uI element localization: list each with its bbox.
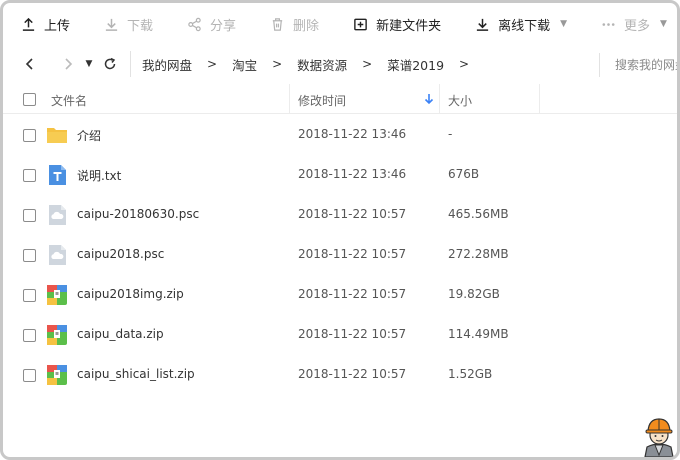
history-dropdown[interactable]: ▼ <box>81 53 97 75</box>
share-icon <box>188 17 201 31</box>
row-checkbox[interactable] <box>23 249 36 262</box>
row-checkbox[interactable] <box>23 169 36 182</box>
share-label: 分享 <box>210 18 237 34</box>
column-divider[interactable] <box>439 84 440 114</box>
file-modified: 2018-11-22 10:57 <box>298 367 407 381</box>
table-header: 文件名 修改时间 大小 <box>3 84 677 114</box>
file-modified: 2018-11-22 10:57 <box>298 207 407 221</box>
toolbar: 上传 下载 分享 删除 新建文件夹 离线下载 ▼ 更多 ▼ <box>3 3 677 45</box>
search-input[interactable]: 搜索我的网盘 <box>615 56 677 73</box>
offline-download-icon <box>476 18 489 31</box>
chevron-down-icon: ▼ <box>660 19 667 29</box>
chevron-left-icon <box>25 58 33 70</box>
breadcrumb-separator: > <box>362 57 373 71</box>
share-button[interactable]: 分享 <box>187 9 236 39</box>
divider <box>599 53 600 77</box>
delete-button[interactable]: 删除 <box>270 9 319 39</box>
file-modified: 2018-11-22 13:46 <box>298 167 407 181</box>
app-window: 上传 下载 分享 删除 新建文件夹 离线下载 ▼ 更多 ▼ ▼ 我的网盘 > 淘… <box>0 0 680 460</box>
file-size: 272.28MB <box>448 247 509 261</box>
chevron-down-icon[interactable]: ▼ <box>560 19 567 29</box>
offline-download-label: 离线下载 <box>498 18 551 34</box>
download-icon <box>105 18 118 31</box>
file-size: 676B <box>448 167 480 181</box>
table-row[interactable]: 介绍 2018-11-22 13:46 - <box>3 115 677 155</box>
file-name: 说明.txt <box>77 169 122 183</box>
chevron-right-icon <box>65 58 73 70</box>
file-name: caipu_data.zip <box>77 327 164 341</box>
breadcrumb-item-data-resources[interactable]: 数据资源 <box>297 55 347 74</box>
zip-file-icon <box>47 325 67 345</box>
breadcrumb-separator: > <box>207 57 218 71</box>
table-row[interactable]: caipu_shicai_list.zip 2018-11-22 10:57 1… <box>3 355 677 395</box>
file-modified: 2018-11-22 10:57 <box>298 327 407 341</box>
column-header-modified[interactable]: 修改时间 <box>298 92 346 109</box>
table-row[interactable]: 说明.txt 2018-11-22 13:46 676B <box>3 155 677 195</box>
breadcrumb-item-recipes-2019[interactable]: 菜谱2019 <box>387 55 444 74</box>
folder-icon <box>47 128 67 143</box>
file-size: 465.56MB <box>448 207 509 221</box>
table-row[interactable]: caipu2018.psc 2018-11-22 10:57 272.28MB <box>3 235 677 275</box>
more-dots-icon <box>602 22 615 26</box>
file-name: caipu2018.psc <box>77 247 165 261</box>
upload-icon <box>22 17 35 31</box>
refresh-button[interactable] <box>99 53 121 75</box>
download-button[interactable]: 下载 <box>104 9 153 39</box>
new-folder-label: 新建文件夹 <box>376 18 442 34</box>
file-modified: 2018-11-22 10:57 <box>298 247 407 261</box>
address-bar: ▼ 我的网盘 > 淘宝 > 数据资源 > 菜谱2019 > 搜索我的网盘 <box>3 45 677 83</box>
table-row[interactable]: caipu2018img.zip 2018-11-22 10:57 19.82G… <box>3 275 677 315</box>
new-folder-icon <box>354 18 367 30</box>
file-modified: 2018-11-22 13:46 <box>298 127 407 141</box>
back-button[interactable] <box>19 53 41 75</box>
breadcrumb-separator: > <box>272 57 283 71</box>
divider <box>130 51 131 77</box>
select-all-checkbox[interactable] <box>23 93 36 106</box>
file-name: caipu2018img.zip <box>77 287 184 301</box>
trash-icon <box>272 17 283 31</box>
file-size: 19.82GB <box>448 287 500 301</box>
upload-button[interactable]: 上传 <box>21 9 70 39</box>
breadcrumb-item-taobao[interactable]: 淘宝 <box>232 55 257 74</box>
column-divider[interactable] <box>539 84 540 114</box>
cloud-file-icon <box>49 245 66 265</box>
file-size: 114.49MB <box>448 327 509 341</box>
more-label: 更多 <box>624 18 651 34</box>
column-header-size[interactable]: 大小 <box>448 92 472 109</box>
offline-download-button[interactable]: 离线下载 ▼ <box>475 9 567 39</box>
worker-avatar-icon <box>644 418 674 457</box>
file-name: caipu-20180630.psc <box>77 207 200 221</box>
file-list: 介绍 2018-11-22 13:46 - 说明.txt 2018-11-22 … <box>3 115 677 395</box>
more-button[interactable]: 更多 ▼ <box>601 9 667 39</box>
row-checkbox[interactable] <box>23 289 36 302</box>
file-size: 1.52GB <box>448 367 493 381</box>
file-size: - <box>448 127 453 141</box>
new-folder-button[interactable]: 新建文件夹 <box>353 9 441 39</box>
file-name: 介绍 <box>77 129 102 143</box>
zip-file-icon <box>47 285 67 305</box>
cloud-file-icon <box>49 205 66 225</box>
breadcrumb: 我的网盘 > 淘宝 > 数据资源 > 菜谱2019 > <box>142 55 484 74</box>
breadcrumb-item-my-drive[interactable]: 我的网盘 <box>142 55 192 74</box>
row-checkbox[interactable] <box>23 129 36 142</box>
file-name: caipu_shicai_list.zip <box>77 367 195 381</box>
caret-down-icon: ▼ <box>85 59 93 69</box>
breadcrumb-separator: > <box>459 57 470 71</box>
forward-button[interactable] <box>57 53 79 75</box>
download-label: 下载 <box>127 18 154 34</box>
sort-descending-icon[interactable] <box>423 93 435 105</box>
upload-label: 上传 <box>44 18 71 34</box>
column-header-name[interactable]: 文件名 <box>51 92 87 109</box>
column-divider[interactable] <box>289 84 290 114</box>
table-row[interactable]: caipu_data.zip 2018-11-22 10:57 114.49MB <box>3 315 677 355</box>
row-checkbox[interactable] <box>23 329 36 342</box>
file-modified: 2018-11-22 10:57 <box>298 287 407 301</box>
refresh-icon <box>104 57 116 70</box>
row-checkbox[interactable] <box>23 209 36 222</box>
row-checkbox[interactable] <box>23 369 36 382</box>
zip-file-icon <box>47 365 67 385</box>
txt-file-icon <box>49 165 66 185</box>
table-row[interactable]: caipu-20180630.psc 2018-11-22 10:57 465.… <box>3 195 677 235</box>
delete-label: 删除 <box>293 18 320 34</box>
